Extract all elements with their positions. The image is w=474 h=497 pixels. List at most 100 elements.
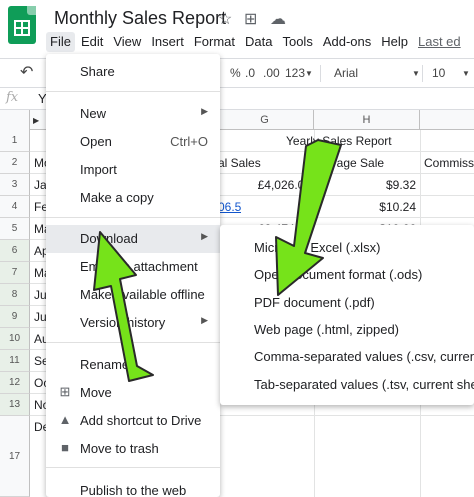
row-header[interactable]: 11	[0, 350, 30, 372]
font-size-chevron-icon[interactable]: ▼	[462, 69, 470, 78]
cell[interactable]: Ja	[34, 174, 47, 196]
menu-edit[interactable]: Edit	[77, 32, 107, 52]
menu-item-move[interactable]: ⊞ Move	[46, 379, 220, 407]
menu-item-label: Comma-separated values (.csv, current s	[254, 349, 474, 364]
menu-item-label: Share	[80, 64, 115, 79]
cell-link[interactable]: 06.5	[218, 196, 241, 218]
menu-view[interactable]: View	[109, 32, 145, 52]
download-pdf[interactable]: PDF document (.pdf)	[220, 288, 474, 316]
submenu-arrow-icon: ▶	[201, 315, 208, 325]
row-header[interactable]: 2	[0, 152, 30, 174]
menu-item-make-copy[interactable]: Make a copy	[46, 184, 220, 212]
download-tsv[interactable]: Tab-separated values (.tsv, current shee	[220, 370, 474, 398]
download-ods[interactable]: OpenDocument format (.ods)	[220, 260, 474, 288]
menu-item-label: Move	[80, 385, 112, 400]
cell[interactable]: $10.24	[320, 196, 416, 218]
move-folder-icon: ⊞	[59, 384, 71, 399]
column-header-h[interactable]: H	[314, 110, 420, 130]
decrease-decimal-button[interactable]: .0	[245, 66, 255, 80]
menu-item-version-history[interactable]: Version history ▶	[46, 309, 220, 337]
menu-item-label: PDF document (.pdf)	[254, 295, 375, 310]
star-icon[interactable]: ☆	[218, 9, 232, 29]
last-edit-link[interactable]: Last ed	[414, 32, 465, 52]
row-header[interactable]: 13	[0, 394, 30, 416]
menu-data[interactable]: Data	[241, 32, 276, 52]
sheets-logo-icon[interactable]	[8, 6, 36, 44]
drive-shortcut-icon: ▲	[58, 412, 72, 427]
cell[interactable]: $9.32	[320, 174, 416, 196]
row-header[interactable]: 9	[0, 306, 30, 328]
row-header[interactable]: 12	[0, 372, 30, 394]
font-chevron-icon[interactable]: ▼	[412, 69, 420, 78]
cell[interactable]: Ju	[34, 306, 47, 328]
menu-item-import[interactable]: Import	[46, 156, 220, 184]
menu-item-label: Email as attachment	[80, 259, 198, 274]
font-select[interactable]: Arial	[334, 66, 358, 80]
menu-item-open[interactable]: Open Ctrl+O	[46, 128, 220, 156]
menu-item-label: New	[80, 106, 107, 121]
row-header[interactable]: 8	[0, 284, 30, 306]
download-submenu: Microsoft Excel (.xlsx) OpenDocument for…	[220, 225, 474, 405]
cloud-status-icon[interactable]: ☁	[270, 9, 286, 29]
fx-icon: fx	[6, 90, 19, 105]
menu-item-label: Tab-separated values (.tsv, current shee	[254, 377, 474, 392]
menu-item-label: Make a copy	[80, 190, 154, 205]
menu-item-label: Microsoft Excel (.xlsx)	[254, 240, 381, 255]
column-a-dropdown-icon: ▶	[33, 116, 40, 125]
row-header[interactable]: 10	[0, 328, 30, 350]
increase-decimal-button[interactable]: .00	[263, 66, 280, 80]
cell[interactable]: Commiss	[424, 152, 474, 174]
column-header-g[interactable]: G	[216, 110, 314, 130]
download-csv[interactable]: Comma-separated values (.csv, current s	[220, 342, 474, 370]
sheet-title-cell[interactable]: Yearly Sales Report	[286, 130, 392, 152]
cell[interactable]: £4,026.00	[218, 174, 311, 196]
submenu-arrow-icon: ▶	[201, 106, 208, 116]
menu-item-label: Move to trash	[80, 441, 159, 456]
menu-item-label: Web page (.html, zipped)	[254, 322, 399, 337]
menu-item-new[interactable]: New ▶	[46, 100, 220, 128]
menu-item-label: Make available offline	[80, 287, 205, 302]
cell[interactable]: Ju	[34, 284, 47, 306]
menu-item-move-trash[interactable]: ■ Move to trash	[46, 435, 220, 463]
cell[interactable]: verage Sale	[320, 152, 384, 174]
menu-addons[interactable]: Add-ons	[319, 32, 375, 52]
shortcut-label: Ctrl+O	[170, 134, 208, 149]
percent-format-button[interactable]: %	[230, 66, 241, 80]
move-to-folder-icon[interactable]: ⊞	[244, 9, 257, 29]
menu-item-label: OpenDocument format (.ods)	[254, 267, 423, 282]
font-size-select[interactable]: 10	[432, 66, 445, 80]
menu-item-rename[interactable]: Rename	[46, 351, 220, 379]
menu-format[interactable]: Format	[190, 32, 239, 52]
select-all-corner[interactable]	[0, 110, 30, 130]
cell[interactable]: al Sales	[218, 152, 261, 174]
row-header[interactable]: 1	[0, 130, 30, 152]
menu-item-add-shortcut[interactable]: ▲ Add shortcut to Drive	[46, 407, 220, 435]
menu-insert[interactable]: Insert	[147, 32, 188, 52]
menubar: File Edit View Insert Format Data Tools …	[46, 32, 467, 52]
menu-item-make-offline[interactable]: Make available offline	[46, 281, 220, 309]
document-title[interactable]: Monthly Sales Report	[54, 8, 226, 29]
download-html[interactable]: Web page (.html, zipped)	[220, 315, 474, 343]
menu-item-share[interactable]: Share	[46, 58, 220, 86]
menu-item-download[interactable]: Download ▶	[46, 225, 220, 253]
row-header[interactable]: 6	[0, 240, 30, 262]
row-header[interactable]: 7	[0, 262, 30, 284]
menu-item-label: Rename	[80, 357, 130, 372]
menu-help[interactable]: Help	[377, 32, 412, 52]
menu-file[interactable]: File	[46, 32, 75, 52]
row-header[interactable]: 3	[0, 174, 30, 196]
undo-icon[interactable]: ↶	[20, 62, 33, 82]
menu-item-publish[interactable]: Publish to the web	[46, 477, 220, 497]
row-header[interactable]: 4	[0, 196, 30, 218]
more-formats-button[interactable]: 123	[285, 66, 305, 80]
more-formats-chevron-icon[interactable]: ▼	[305, 69, 313, 78]
menu-item-label: Version history	[80, 315, 166, 330]
menu-item-email-attachment[interactable]: Email as attachment	[46, 253, 220, 281]
menu-item-label: Add shortcut to Drive	[80, 413, 202, 428]
download-xlsx[interactable]: Microsoft Excel (.xlsx)	[220, 233, 474, 261]
row-header[interactable]: 17	[0, 416, 30, 497]
submenu-arrow-icon: ▶	[201, 231, 208, 241]
menu-tools[interactable]: Tools	[278, 32, 316, 52]
row-header[interactable]: 5	[0, 218, 30, 240]
menu-item-label: Import	[80, 162, 117, 177]
